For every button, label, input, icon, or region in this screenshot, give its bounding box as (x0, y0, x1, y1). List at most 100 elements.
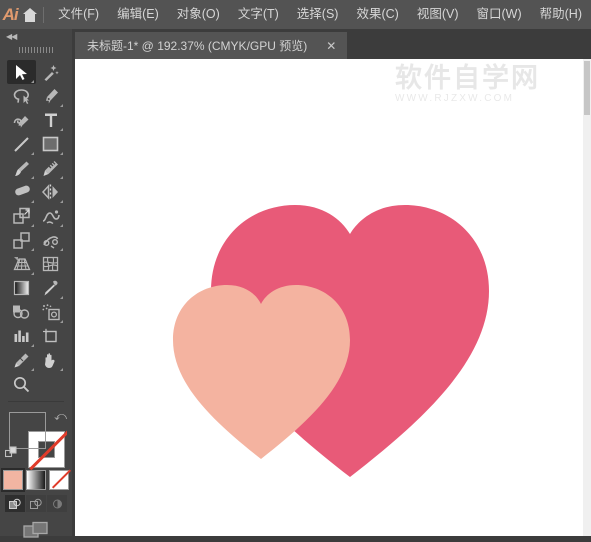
close-icon[interactable]: ✕ (321, 40, 341, 52)
tool-line-segment[interactable] (7, 132, 36, 156)
toolbar-divider (8, 401, 64, 402)
tool-mesh[interactable] (36, 252, 65, 276)
menu-item-window[interactable]: 窗口(W) (468, 0, 531, 29)
tool-artboard[interactable] (36, 324, 65, 348)
paintbrush-icon (15, 161, 29, 176)
column-graph-icon (14, 330, 29, 342)
tool-zoom[interactable] (7, 372, 36, 396)
tool-perspective-grid[interactable] (7, 252, 36, 276)
screen-mode-button[interactable] (0, 521, 72, 542)
magic-wand-icon (44, 64, 59, 81)
draw-normal-icon (8, 498, 21, 509)
tool-paintbrush[interactable] (7, 156, 36, 180)
lasso-icon (13, 88, 30, 104)
document-tab-title: 未标题-1* @ 192.37% (CMYK/GPU 预览) (87, 39, 308, 53)
eraser-icon (14, 185, 30, 195)
menu-item-file[interactable]: 文件(F) (49, 0, 108, 29)
draw-behind-icon (29, 498, 42, 509)
swap-fill-stroke-icon[interactable]: ⤺ (54, 409, 67, 424)
menu-item-view[interactable]: 视图(V) (408, 0, 468, 29)
selection-arrow-icon (16, 64, 27, 80)
app-logo: Ai (2, 4, 19, 24)
color-mode-row (0, 468, 72, 492)
width-warp-icon (42, 209, 60, 224)
menu-divider (42, 6, 44, 23)
vertical-scrollbar-thumb[interactable] (584, 61, 590, 115)
home-button[interactable] (20, 0, 40, 29)
menu-item-type[interactable]: 文字(T) (229, 0, 288, 29)
flyout-indicator (60, 200, 63, 203)
grip-dots-icon (19, 47, 53, 53)
tool-shaper[interactable] (36, 156, 65, 180)
free-transform-icon (13, 231, 30, 249)
menu-item-help[interactable]: 帮助(H) (531, 0, 591, 29)
tool-curvature[interactable] (7, 108, 36, 132)
gradient-mode-button[interactable] (26, 470, 46, 490)
tool-gradient[interactable] (7, 276, 36, 300)
tool-width[interactable] (36, 204, 65, 228)
draw-normal-mode-button[interactable] (5, 495, 25, 512)
collapse-panel-button[interactable]: ◀◀ (0, 29, 72, 43)
gradient-icon (13, 280, 30, 296)
reflect-icon (41, 184, 58, 200)
tool-selection[interactable] (7, 60, 36, 84)
shaper-pencil-icon (43, 159, 58, 176)
flyout-indicator (31, 344, 34, 347)
tool-shape-builder[interactable] (36, 228, 65, 252)
tool-type[interactable] (36, 108, 65, 132)
flyout-indicator (31, 200, 34, 203)
document-canvas[interactable]: 软件自学网 WWW.RJZXW.COM (75, 59, 583, 536)
eyedropper-icon (44, 280, 58, 295)
perspective-grid-icon (13, 257, 30, 271)
fill-stroke-control: ⤺ (0, 406, 72, 468)
tool-free-transform[interactable] (7, 228, 36, 252)
tool-symbol-sprayer[interactable] (36, 300, 65, 324)
tool-scale[interactable] (7, 204, 36, 228)
shape-builder-icon (42, 235, 58, 249)
menu-item-edit[interactable]: 编辑(E) (108, 0, 168, 29)
menu-item-object[interactable]: 对象(O) (168, 0, 229, 29)
menu-bar: Ai 文件(F) 编辑(E) 对象(O) 文字(T) 选择(S) 效果(C) 视… (0, 0, 591, 29)
tool-reflect[interactable] (36, 180, 65, 204)
tool-eyedropper[interactable] (36, 276, 65, 300)
document-tab[interactable]: 未标题-1* @ 192.37% (CMYK/GPU 预览) ✕ (75, 32, 349, 59)
flyout-indicator (31, 224, 34, 227)
draw-inside-mode-button[interactable] (47, 495, 67, 512)
tool-slot-empty (36, 372, 65, 396)
default-fill-stroke-icon[interactable] (4, 446, 19, 460)
tool-rectangle[interactable] (36, 132, 65, 156)
flyout-indicator (31, 80, 34, 83)
illustrator-window: Ai 文件(F) 编辑(E) 对象(O) 文字(T) 选择(S) 效果(C) 视… (0, 0, 591, 538)
draw-behind-mode-button[interactable] (26, 495, 46, 512)
menu-item-effect[interactable]: 效果(C) (347, 0, 407, 29)
flyout-indicator (60, 176, 63, 179)
flyout-indicator (31, 272, 34, 275)
fill-swatch[interactable] (9, 412, 46, 449)
panel-drag-handle[interactable] (0, 43, 72, 57)
hand-icon (45, 352, 55, 368)
tool-slice[interactable] (7, 348, 36, 372)
flyout-indicator (60, 248, 63, 251)
none-mode-button[interactable] (49, 470, 69, 490)
tool-blend[interactable] (7, 300, 36, 324)
tools-panel: ◀◀ ⤺ (0, 29, 72, 538)
draw-mode-row (0, 495, 72, 512)
document-tab-bar: 未标题-1* @ 192.37% (CMYK/GPU 预览) ✕ (75, 29, 591, 59)
vertical-scrollbar[interactable] (583, 59, 591, 536)
tool-eraser[interactable] (7, 180, 36, 204)
artwork-layer[interactable] (75, 59, 583, 536)
tool-column-graph[interactable] (7, 324, 36, 348)
tool-hand[interactable] (36, 348, 65, 372)
menu-item-select[interactable]: 选择(S) (288, 0, 348, 29)
type-T-icon (44, 113, 57, 127)
change-screen-mode-icon (22, 521, 48, 538)
flyout-indicator (31, 368, 34, 371)
flyout-indicator (60, 224, 63, 227)
flyout-indicator (31, 152, 34, 155)
flyout-indicator (60, 128, 63, 131)
color-swatch-mode-button[interactable] (1, 468, 25, 492)
tool-lasso[interactable] (7, 84, 36, 108)
tool-magic-wand[interactable] (36, 60, 65, 84)
flyout-indicator (60, 104, 63, 107)
tool-pen[interactable] (36, 84, 65, 108)
